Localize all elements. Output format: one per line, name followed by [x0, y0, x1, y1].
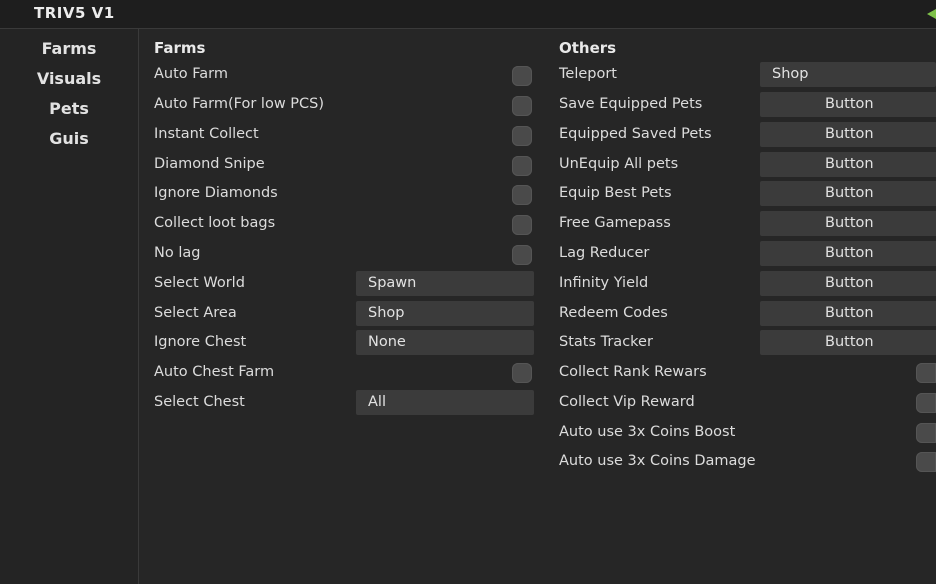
diamond-snipe-toggle[interactable] — [512, 156, 532, 176]
collect-loot-bags-toggle[interactable] — [512, 215, 532, 235]
sidebar-item-guis[interactable]: Guis — [0, 129, 138, 148]
auto-farm-low-pcs-label: Auto Farm(For low PCS) — [154, 96, 325, 112]
sidebar-item-visuals[interactable]: Visuals — [0, 69, 138, 88]
collapse-arrow-icon[interactable] — [927, 9, 936, 19]
diamond-snipe-label: Diamond Snipe — [154, 156, 265, 172]
auto-3x-coins-boost-label: Auto use 3x Coins Boost — [559, 424, 736, 440]
window-title: TRIV5 V1 — [34, 4, 115, 22]
select-area-label: Select Area — [154, 305, 237, 321]
free-gamepass-button[interactable]: Button — [760, 211, 936, 236]
select-world-label: Select World — [154, 275, 245, 291]
collect-vip-reward-toggle[interactable] — [916, 393, 936, 413]
lag-reducer-label: Lag Reducer — [559, 245, 650, 261]
stats-tracker-label: Stats Tracker — [559, 334, 653, 350]
equipped-saved-pets-button[interactable]: Button — [760, 122, 936, 147]
auto-3x-coins-damage-label: Auto use 3x Coins Damage — [559, 453, 756, 469]
instant-collect-toggle[interactable] — [512, 126, 532, 146]
ignore-chest-dropdown[interactable]: None — [356, 330, 534, 355]
auto-chest-farm-toggle[interactable] — [512, 363, 532, 383]
unequip-all-pets-button[interactable]: Button — [760, 152, 936, 177]
others-section-title: Others — [559, 39, 617, 57]
ignore-diamonds-label: Ignore Diamonds — [154, 185, 278, 201]
infinity-yield-label: Infinity Yield — [559, 275, 649, 291]
select-area-dropdown[interactable]: Shop — [356, 301, 534, 326]
equip-best-pets-label: Equip Best Pets — [559, 185, 672, 201]
select-chest-dropdown[interactable]: All — [356, 390, 534, 415]
instant-collect-label: Instant Collect — [154, 126, 259, 142]
equipped-saved-pets-label: Equipped Saved Pets — [559, 126, 712, 142]
free-gamepass-label: Free Gamepass — [559, 215, 671, 231]
collect-rank-rewards-toggle[interactable] — [916, 363, 936, 383]
save-equipped-pets-label: Save Equipped Pets — [559, 96, 703, 112]
title-bar: TRIV5 V1 — [0, 0, 936, 29]
select-world-dropdown[interactable]: Spawn — [356, 271, 534, 296]
ignore-chest-label: Ignore Chest — [154, 334, 247, 350]
redeem-codes-label: Redeem Codes — [559, 305, 668, 321]
sidebar: Farms Visuals Pets Guis — [0, 29, 139, 584]
auto-farm-low-pcs-toggle[interactable] — [512, 96, 532, 116]
stats-tracker-button[interactable]: Button — [760, 330, 936, 355]
collect-loot-bags-label: Collect loot bags — [154, 215, 276, 231]
lag-reducer-button[interactable]: Button — [760, 241, 936, 266]
collect-rank-rewards-label: Collect Rank Rewars — [559, 364, 707, 380]
save-equipped-pets-button[interactable]: Button — [760, 92, 936, 117]
auto-farm-label: Auto Farm — [154, 66, 229, 82]
collect-vip-reward-label: Collect Vip Reward — [559, 394, 695, 410]
teleport-label: Teleport — [559, 66, 617, 82]
unequip-all-pets-label: UnEquip All pets — [559, 156, 679, 172]
farms-section-title: Farms — [154, 39, 206, 57]
ignore-diamonds-toggle[interactable] — [512, 185, 532, 205]
redeem-codes-button[interactable]: Button — [760, 301, 936, 326]
no-lag-label: No lag — [154, 245, 201, 261]
infinity-yield-button[interactable]: Button — [760, 271, 936, 296]
auto-farm-toggle[interactable] — [512, 66, 532, 86]
teleport-dropdown[interactable]: Shop — [760, 62, 936, 87]
equip-best-pets-button[interactable]: Button — [760, 181, 936, 206]
auto-chest-farm-label: Auto Chest Farm — [154, 364, 275, 380]
select-chest-label: Select Chest — [154, 394, 245, 410]
sidebar-item-pets[interactable]: Pets — [0, 99, 138, 118]
sidebar-item-farms[interactable]: Farms — [0, 39, 138, 58]
auto-3x-coins-boost-toggle[interactable] — [916, 423, 936, 443]
auto-3x-coins-damage-toggle[interactable] — [916, 452, 936, 472]
no-lag-toggle[interactable] — [512, 245, 532, 265]
